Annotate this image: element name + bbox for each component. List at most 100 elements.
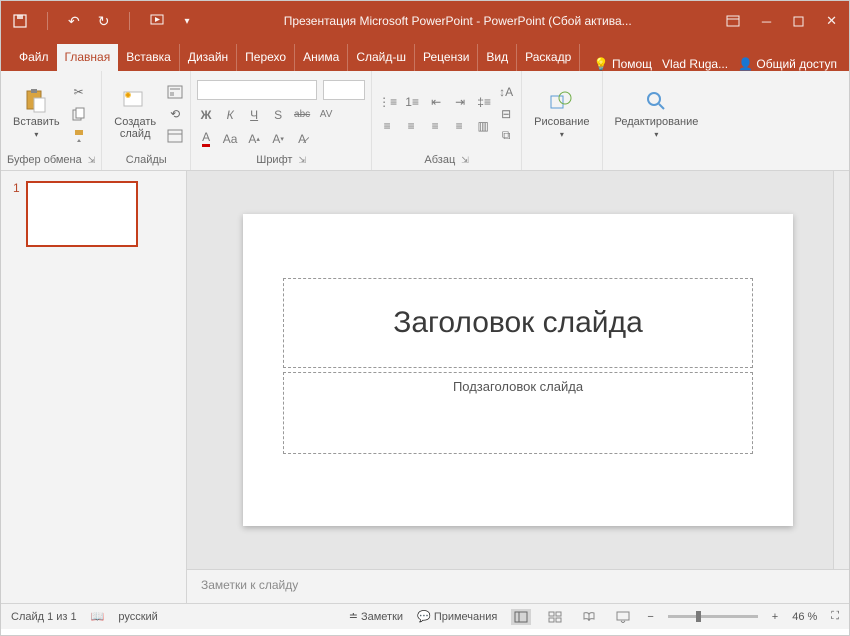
bold-button[interactable]: Ж	[197, 106, 215, 124]
sorter-view-icon[interactable]	[545, 609, 565, 625]
thumbnail-image[interactable]	[26, 181, 138, 247]
drawing-button[interactable]: Рисование ▾	[528, 86, 595, 141]
group-slides: Создать слайд ⟲ Слайды	[102, 71, 191, 170]
maximize-icon[interactable]	[793, 16, 804, 27]
tab-view[interactable]: Вид	[478, 44, 517, 71]
group-editing: Редактирование ▾	[603, 71, 711, 170]
tab-file[interactable]: Файл	[11, 44, 57, 71]
slideshow-start-icon[interactable]	[150, 14, 166, 28]
tab-design[interactable]: Дизайн	[180, 44, 237, 71]
slide-canvas[interactable]: Заголовок слайда Подзаголовок слайда	[187, 171, 849, 569]
ribbon-tabs: Файл Главная Вставка Дизайн Перехо Анима…	[1, 41, 849, 71]
paste-button[interactable]: Вставить ▾	[7, 86, 66, 141]
subtitle-placeholder[interactable]: Подзаголовок слайда	[283, 372, 753, 454]
ribbon-options-icon[interactable]	[726, 15, 740, 27]
statusbar: Слайд 1 из 1 📖 русский ≐ Заметки 💬 Приме…	[1, 603, 849, 629]
edit-area: Заголовок слайда Подзаголовок слайда Зам…	[187, 171, 849, 603]
clear-formatting-button[interactable]: A̷	[293, 130, 311, 148]
tab-transitions[interactable]: Перехо	[237, 44, 295, 71]
new-slide-icon	[120, 88, 150, 114]
workspace: 1 Заголовок слайда Подзаголовок слайда З…	[1, 171, 849, 603]
redo-icon[interactable]: ↻	[98, 13, 110, 30]
slideshow-view-icon[interactable]	[613, 609, 633, 625]
minimize-icon[interactable]: ─	[762, 14, 771, 29]
strikethrough-button[interactable]: abc	[293, 106, 311, 124]
align-center-button[interactable]: ≡	[402, 117, 420, 135]
line-spacing-button[interactable]: ‡≡	[475, 93, 493, 111]
comments-toggle[interactable]: 💬 Примечания	[417, 610, 497, 623]
undo-icon[interactable]: ↶	[68, 13, 80, 30]
copy-icon[interactable]	[70, 105, 88, 123]
paragraph-launcher-icon[interactable]: ⇲	[461, 155, 469, 166]
titlebar: ↶ ↻ ▾ Презентация Microsoft PowerPoint -…	[1, 1, 849, 41]
tab-recording[interactable]: Раскадр	[517, 44, 580, 71]
layout-icon[interactable]	[166, 83, 184, 101]
reset-icon[interactable]: ⟲	[166, 105, 184, 123]
zoom-out-button[interactable]: −	[647, 611, 653, 623]
tab-slideshow[interactable]: Слайд-ш	[348, 44, 415, 71]
thumbnail-pane[interactable]: 1	[1, 171, 187, 603]
spellcheck-icon[interactable]: 📖	[91, 610, 105, 623]
clipboard-launcher-icon[interactable]: ⇲	[88, 155, 96, 166]
slide-thumbnail-1[interactable]: 1	[13, 181, 174, 247]
normal-view-icon[interactable]	[511, 609, 531, 625]
font-color-button[interactable]: A	[197, 130, 215, 148]
ribbon: Вставить ▾ ✂ Буфер обмена⇲ Создать слайд…	[1, 71, 849, 171]
align-left-button[interactable]: ≡	[378, 117, 396, 135]
columns-button[interactable]: ▥	[474, 117, 492, 135]
smartart-button[interactable]: ⧉	[497, 127, 515, 145]
reading-view-icon[interactable]	[579, 609, 599, 625]
decrease-indent-button[interactable]: ⇤	[427, 93, 445, 111]
bullets-button[interactable]: ⋮≡	[378, 93, 397, 111]
shrink-font-button[interactable]: A▾	[269, 130, 287, 148]
numbering-button[interactable]: 1≡	[403, 93, 421, 111]
notes-toggle[interactable]: ≐ Заметки	[349, 610, 403, 623]
title-placeholder[interactable]: Заголовок слайда	[283, 278, 753, 368]
justify-button[interactable]: ≡	[450, 117, 468, 135]
group-drawing: Рисование ▾	[522, 71, 602, 170]
save-icon[interactable]	[13, 14, 27, 28]
tab-home[interactable]: Главная	[57, 44, 119, 71]
window-title: Презентация Microsoft PowerPoint - Power…	[190, 14, 726, 28]
zoom-slider[interactable]	[668, 615, 758, 618]
fit-to-window-icon[interactable]: ⛶	[831, 610, 839, 623]
cut-icon[interactable]: ✂	[70, 83, 88, 101]
slide[interactable]: Заголовок слайда Подзаголовок слайда	[243, 214, 793, 526]
font-family-combo[interactable]	[197, 80, 317, 100]
share-button[interactable]: 👤 Общий доступ	[738, 57, 837, 71]
format-painter-icon[interactable]	[70, 127, 88, 145]
character-spacing-button[interactable]: AV	[317, 106, 335, 124]
align-text-button[interactable]: ⊟	[497, 105, 515, 123]
tell-me[interactable]: 💡 Помощ	[594, 57, 652, 71]
window-controls: ─ ✕	[726, 13, 837, 29]
tab-animations[interactable]: Анима	[295, 44, 348, 71]
new-slide-button[interactable]: Создать слайд	[108, 86, 162, 142]
shadow-button[interactable]: S	[269, 106, 287, 124]
shapes-icon	[547, 88, 577, 114]
grow-font-button[interactable]: A▴	[245, 130, 263, 148]
group-clipboard: Вставить ▾ ✂ Буфер обмена⇲	[1, 71, 102, 170]
italic-button[interactable]: К	[221, 106, 239, 124]
underline-button[interactable]: Ч	[245, 106, 263, 124]
group-font: Ж К Ч S abc AV A Aa A▴ A▾ A̷ Шрифт⇲	[191, 71, 372, 170]
vertical-scrollbar[interactable]	[833, 171, 849, 569]
tab-review[interactable]: Рецензи	[415, 44, 478, 71]
find-icon	[641, 88, 671, 114]
editing-button[interactable]: Редактирование ▾	[609, 86, 705, 141]
text-direction-button[interactable]: ↕A	[497, 83, 515, 101]
font-launcher-icon[interactable]: ⇲	[298, 155, 306, 166]
notes-pane[interactable]: Заметки к слайду	[187, 569, 849, 603]
zoom-in-button[interactable]: +	[772, 611, 778, 623]
section-icon[interactable]	[166, 127, 184, 145]
zoom-level[interactable]: 46 %	[792, 611, 817, 623]
user-account[interactable]: Vlad Ruga...	[662, 57, 728, 71]
font-size-combo[interactable]	[323, 80, 365, 100]
change-case-button[interactable]: Aa	[221, 130, 239, 148]
group-paragraph: ⋮≡ 1≡ ⇤ ⇥ ‡≡ ≡ ≡ ≡ ≡ ▥ ↕A ⊟ ⧉	[372, 71, 522, 170]
tab-insert[interactable]: Вставка	[118, 44, 180, 71]
close-icon[interactable]: ✕	[826, 13, 837, 29]
align-right-button[interactable]: ≡	[426, 117, 444, 135]
language-indicator[interactable]: русский	[118, 611, 157, 623]
slide-counter[interactable]: Слайд 1 из 1	[11, 611, 77, 623]
increase-indent-button[interactable]: ⇥	[451, 93, 469, 111]
